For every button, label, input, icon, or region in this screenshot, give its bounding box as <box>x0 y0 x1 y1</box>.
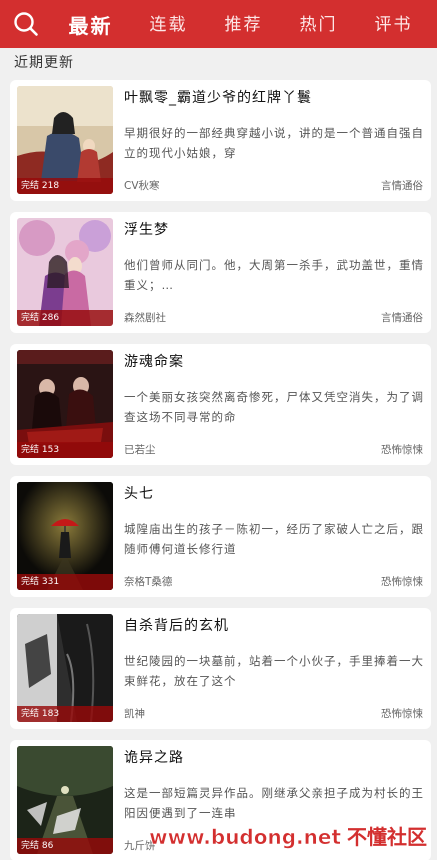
book-title: 诡异之路 <box>124 750 184 766</box>
book-title: 自杀背后的玄机 <box>124 618 229 634</box>
status-badge: 完结 331 <box>17 574 113 590</box>
status-badge: 完结 153 <box>17 442 113 458</box>
book-cover: 完结 218 <box>17 86 113 194</box>
book-title: 头七 <box>124 486 154 502</box>
book-description: 城隍庙出生的孩子－陈初一，经历了家破人亡之后，跟随师傅何道长修行道 <box>124 522 424 556</box>
section-title: 近期更新 <box>14 55 74 71</box>
book-card[interactable]: 完结 286 浮生梦 他们曾师从同门。他，大周第一杀手，武功盖世，重情重义；… … <box>10 212 431 333</box>
book-genre: 言情通俗 <box>381 180 423 192</box>
book-card[interactable]: 完结 153 游魂命案 一个美丽女孩突然离奇惨死，尸体又凭空消失，为了调查这场不… <box>10 344 431 465</box>
watermark-url: www.budong.net <box>149 825 341 850</box>
book-cover: 完结 153 <box>17 350 113 458</box>
book-cover: 完结 86 <box>17 746 113 854</box>
book-cover: 完结 331 <box>17 482 113 590</box>
tab-serial[interactable]: 连载 <box>144 10 194 39</box>
book-title: 浮生梦 <box>124 222 169 238</box>
book-description: 他们曾师从同门。他，大周第一杀手，武功盖世，重情重义；… <box>124 258 424 292</box>
book-genre: 恐怖惊悚 <box>381 576 423 588</box>
book-author: 奈格T桑德 <box>124 576 173 588</box>
book-cover: 完结 286 <box>17 218 113 326</box>
book-author: CV秋寒 <box>124 180 160 192</box>
search-icon <box>14 12 38 36</box>
tab-storytelling[interactable]: 评书 <box>369 10 419 39</box>
book-list: 完结 218 叶飘零_霸道少爷的红牌丫鬟 早期很好的一部经典穿越小说，讲的是一个… <box>10 80 431 860</box>
book-genre: 恐怖惊悚 <box>381 708 423 720</box>
book-card[interactable]: 完结 218 叶飘零_霸道少爷的红牌丫鬟 早期很好的一部经典穿越小说，讲的是一个… <box>10 80 431 201</box>
tab-popular[interactable]: 热门 <box>294 10 344 39</box>
watermark-name: 不懂社区 <box>347 825 427 849</box>
tab-recommended[interactable]: 推荐 <box>219 10 269 39</box>
book-title: 游魂命案 <box>124 354 184 370</box>
search-button[interactable] <box>2 0 50 48</box>
book-author: 凯神 <box>124 708 145 720</box>
book-genre: 恐怖惊悚 <box>381 444 423 456</box>
status-badge: 完结 183 <box>17 706 113 722</box>
book-card[interactable]: 完结 183 自杀背后的玄机 世纪陵园的一块墓前，站着一个小伙子，手里捧着一大束… <box>10 608 431 729</box>
book-author: 已若尘 <box>124 444 156 456</box>
status-badge: 完结 218 <box>17 178 113 194</box>
book-genre: 言情通俗 <box>381 312 423 324</box>
tab-latest[interactable]: 最新 <box>63 10 119 39</box>
book-description: 世纪陵园的一块墓前，站着一个小伙子，手里捧着一大束鲜花，放在了这个 <box>124 654 424 688</box>
status-badge: 完结 86 <box>17 838 113 854</box>
category-tabs: 最新 连载 推荐 热门 评书 <box>50 10 437 39</box>
status-badge: 完结 286 <box>17 310 113 326</box>
book-description: 这是一部短篇灵异作品。刚继承父亲担子成为村长的王阳因便遇到了一连串 <box>124 786 424 820</box>
watermark: www.budong.net 不懂社区 <box>149 821 427 850</box>
book-card[interactable]: 完结 331 头七 城隍庙出生的孩子－陈初一，经历了家破人亡之后，跟随师傅何道长… <box>10 476 431 597</box>
book-title: 叶飘零_霸道少爷的红牌丫鬟 <box>124 90 312 106</box>
book-author: 森然剧社 <box>124 312 166 324</box>
book-cover: 完结 183 <box>17 614 113 722</box>
book-description: 早期很好的一部经典穿越小说，讲的是一个普通自强自立的现代小姑娘，穿 <box>124 126 424 160</box>
top-nav-bar: 最新 连载 推荐 热门 评书 <box>0 0 437 48</box>
book-description: 一个美丽女孩突然离奇惨死，尸体又凭空消失，为了调查这场不同寻常的命 <box>124 390 424 424</box>
